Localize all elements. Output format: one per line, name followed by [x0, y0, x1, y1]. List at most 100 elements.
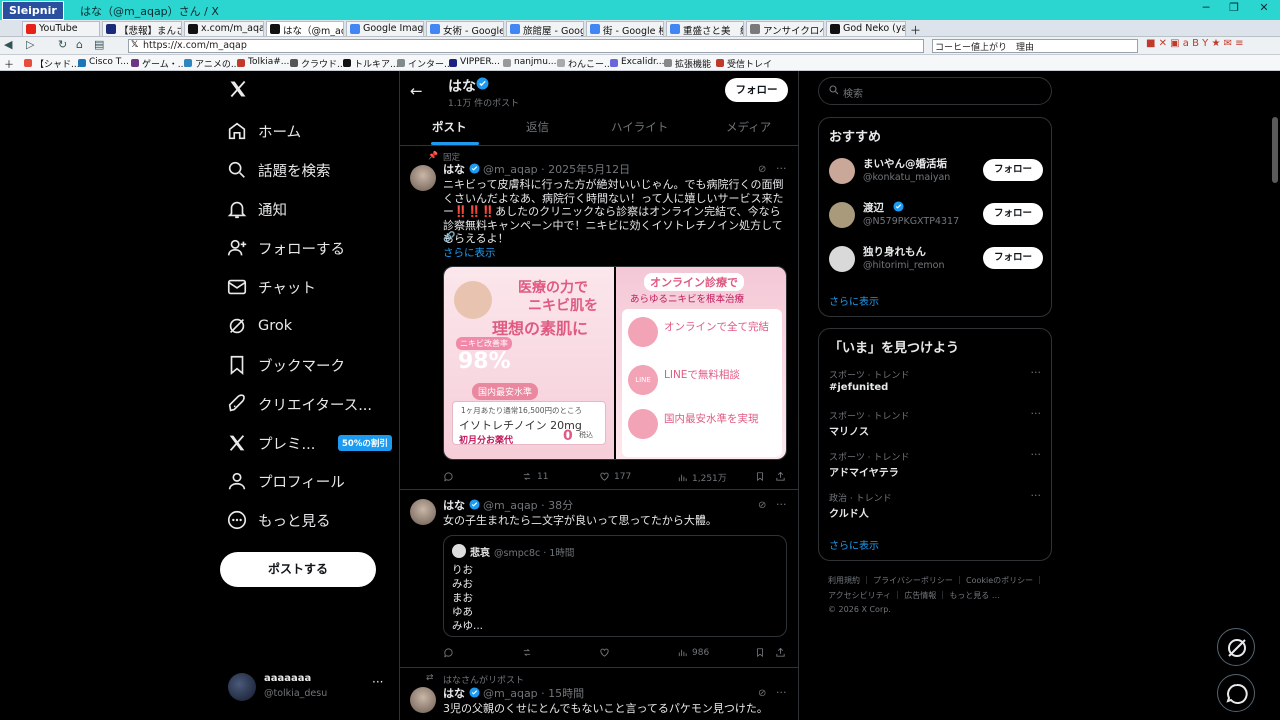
nav-more[interactable]: もっと見る	[226, 502, 331, 538]
recommend-item[interactable]: 渡辺 @N579PKGXTP4317 フォロー	[829, 200, 1043, 232]
bookmark-item[interactable]: Cisco T...	[78, 57, 129, 67]
follow-button[interactable]: フォロー	[983, 203, 1043, 225]
ad-image-right[interactable]: オンライン診療で あらゆるニキビを根本治療 オンラインで全て完結 LINE LI…	[616, 267, 786, 459]
post-media[interactable]: 医療の力で ニキビ肌を 理想の素肌に ニキビ改善率 98% 国内最安水準 1ヶ月…	[443, 266, 787, 460]
account-switcher[interactable]: aaaaaaa @tolkia_desu ···	[226, 669, 396, 707]
avatar[interactable]	[410, 687, 436, 713]
browser-search-field[interactable]: コーヒー値上がり 理由	[932, 39, 1138, 53]
bookmark-item[interactable]: Tolkia#...	[237, 57, 289, 67]
maximize-icon[interactable]: ❐	[1220, 1, 1248, 19]
grok-icon[interactable]: ⊘	[758, 500, 766, 511]
show-more-link[interactable]: さらに表示	[443, 245, 496, 260]
nav-profile[interactable]: プロフィール	[226, 463, 345, 499]
nav-grok[interactable]: Grok	[226, 308, 292, 344]
close-icon[interactable]: ✕	[1250, 1, 1278, 19]
repost-button[interactable]	[521, 647, 537, 658]
home-browser-icon[interactable]: ⌂	[76, 38, 83, 51]
show-more-link[interactable]: さらに表示	[829, 537, 879, 552]
share-icon[interactable]	[775, 471, 790, 482]
browser-tab[interactable]: 【悲報】まんさん「...	[102, 21, 182, 36]
scrollbar-thumb[interactable]	[1272, 117, 1278, 183]
extension-icons[interactable]: ■ ✕ ▣ a B Y ★ ✉ ≡	[1146, 38, 1244, 49]
browser-tab[interactable]: God Neko (yaye...	[826, 21, 906, 36]
bookmark-item[interactable]: クラウド...	[290, 57, 346, 70]
back-icon[interactable]: ◀	[4, 38, 12, 51]
trend-item[interactable]: スポーツ · トレンド アドマイヤテラ ···	[829, 448, 1043, 482]
footer-link[interactable]: アクセシビリティ	[828, 591, 891, 600]
ad-image-left[interactable]: 医療の力で ニキビ肌を 理想の素肌に ニキビ改善率 98% 国内最安水準 1ヶ月…	[444, 267, 614, 459]
bookmark-icon[interactable]	[755, 647, 769, 658]
share-icon[interactable]	[775, 647, 790, 658]
tab-posts[interactable]: ポスト	[432, 119, 467, 135]
recommend-item[interactable]: 独り身れもん @hitorimi_remon フォロー	[829, 244, 1043, 276]
like-button[interactable]: 177	[599, 471, 631, 482]
reply-button[interactable]	[443, 647, 458, 658]
bookmark-item[interactable]: VIPPER...	[449, 57, 500, 67]
tab-replies[interactable]: 返信	[526, 119, 549, 135]
recommend-item[interactable]: まいやん@婚活垢 @konkatu_maiyan フォロー	[829, 156, 1043, 188]
trend-item[interactable]: スポーツ · トレンド #jefunited ···	[829, 366, 1043, 400]
grok-icon[interactable]: ⊘	[758, 688, 766, 699]
bookmark-item[interactable]: nanjmu...	[503, 57, 556, 67]
repost-button[interactable]: 11	[521, 471, 548, 482]
post-author[interactable]: はな	[443, 163, 465, 176]
more-dots-icon[interactable]: ···	[372, 675, 383, 689]
reload-icon[interactable]: ↻	[58, 38, 67, 51]
footer-link[interactable]: もっと見る …	[949, 591, 1000, 600]
browser-tab[interactable]: x.com/m_aqap/...	[184, 21, 264, 36]
bookmark-item[interactable]: アニメの...	[184, 57, 239, 70]
grok-fab[interactable]	[1217, 628, 1255, 666]
post-button[interactable]: ポストする	[220, 552, 376, 587]
post-author[interactable]: はな	[443, 499, 465, 512]
follow-button[interactable]: フォロー	[725, 78, 788, 102]
footer-link[interactable]: Cookieのポリシー	[966, 576, 1033, 585]
nav-follow[interactable]: フォローする	[226, 230, 345, 266]
follow-button[interactable]: フォロー	[983, 247, 1043, 269]
bookmark-item[interactable]: インター...	[397, 57, 453, 70]
bookmark-item[interactable]: 受信トレイ	[716, 57, 772, 70]
x-logo-icon[interactable]	[228, 79, 248, 99]
browser-tab[interactable]: Google Image R...	[346, 21, 424, 36]
browser-tab[interactable]: 旅館屋 - Googl...	[506, 21, 584, 36]
pinned-post[interactable]: 📌 固定 はな @m_aqap · 2025年5月12日 ⊘ ··· ニキビって…	[400, 147, 798, 490]
trend-item[interactable]: 政治 · トレンド クルド人 ···	[829, 489, 1043, 523]
nav-creator-studio[interactable]: クリエイタース...	[226, 386, 372, 422]
nav-chat[interactable]: チャット	[226, 269, 316, 305]
url-field[interactable]: 𝕏 https://x.com/m_aqap	[128, 39, 924, 53]
bookmark-item[interactable]: わんこー...	[557, 57, 613, 70]
footer-link[interactable]: 利用規約	[828, 576, 860, 585]
new-tab-icon[interactable]: ＋	[910, 22, 921, 38]
reply-button[interactable]	[443, 471, 458, 482]
page-icon[interactable]: ▤	[94, 38, 104, 51]
nav-bookmarks[interactable]: ブックマーク	[226, 347, 345, 383]
add-bookmark-icon[interactable]: ＋	[4, 56, 14, 71]
more-dots-icon[interactable]: ···	[1031, 489, 1042, 502]
scrollbar[interactable]	[1270, 71, 1280, 720]
browser-tab[interactable]: 女術 - Google ...	[426, 21, 504, 36]
bookmark-item[interactable]: ゲーム・...	[131, 57, 186, 70]
avatar[interactable]	[410, 165, 436, 191]
follow-button[interactable]: フォロー	[983, 159, 1043, 181]
timeline-post[interactable]: ⇄ はなさんがリポスト はな @m_aqap · 15時間 ⊘ ··· 3児の父…	[400, 669, 798, 720]
footer-link[interactable]: プライバシーポリシー	[873, 576, 953, 585]
nav-notifications[interactable]: 通知	[226, 191, 287, 227]
nav-explore[interactable]: 話題を検索	[226, 152, 331, 188]
trend-item[interactable]: スポーツ · トレンド マリノス ···	[829, 407, 1043, 441]
more-dots-icon[interactable]: ···	[1031, 448, 1042, 461]
browser-tab[interactable]: 重盛さと美 紅...	[666, 21, 744, 36]
bookmark-item[interactable]: トルキア...	[343, 57, 399, 70]
back-arrow-icon[interactable]: ←	[410, 82, 423, 100]
browser-tab[interactable]: 街 - Google 検索	[586, 21, 664, 36]
browser-logo[interactable]: Sleipnir	[2, 1, 64, 20]
browser-tab-active[interactable]: はな（@m_aqap...	[266, 21, 344, 36]
avatar[interactable]	[410, 499, 436, 525]
tab-media[interactable]: メディア	[726, 119, 771, 135]
forward-icon[interactable]: ▷	[26, 38, 34, 51]
more-dots-icon[interactable]: ···	[776, 686, 787, 699]
like-button[interactable]	[599, 647, 614, 658]
bookmark-icon[interactable]	[755, 471, 769, 482]
messages-fab[interactable]	[1217, 674, 1255, 712]
browser-tab[interactable]: アンサイクロペディ...	[746, 21, 824, 36]
quote-post[interactable]: 悲哀 @smpc8c · 1時間 りお みお まお ゆあ みゆ...	[443, 535, 787, 637]
views-button[interactable]: 1,251万	[677, 471, 727, 484]
